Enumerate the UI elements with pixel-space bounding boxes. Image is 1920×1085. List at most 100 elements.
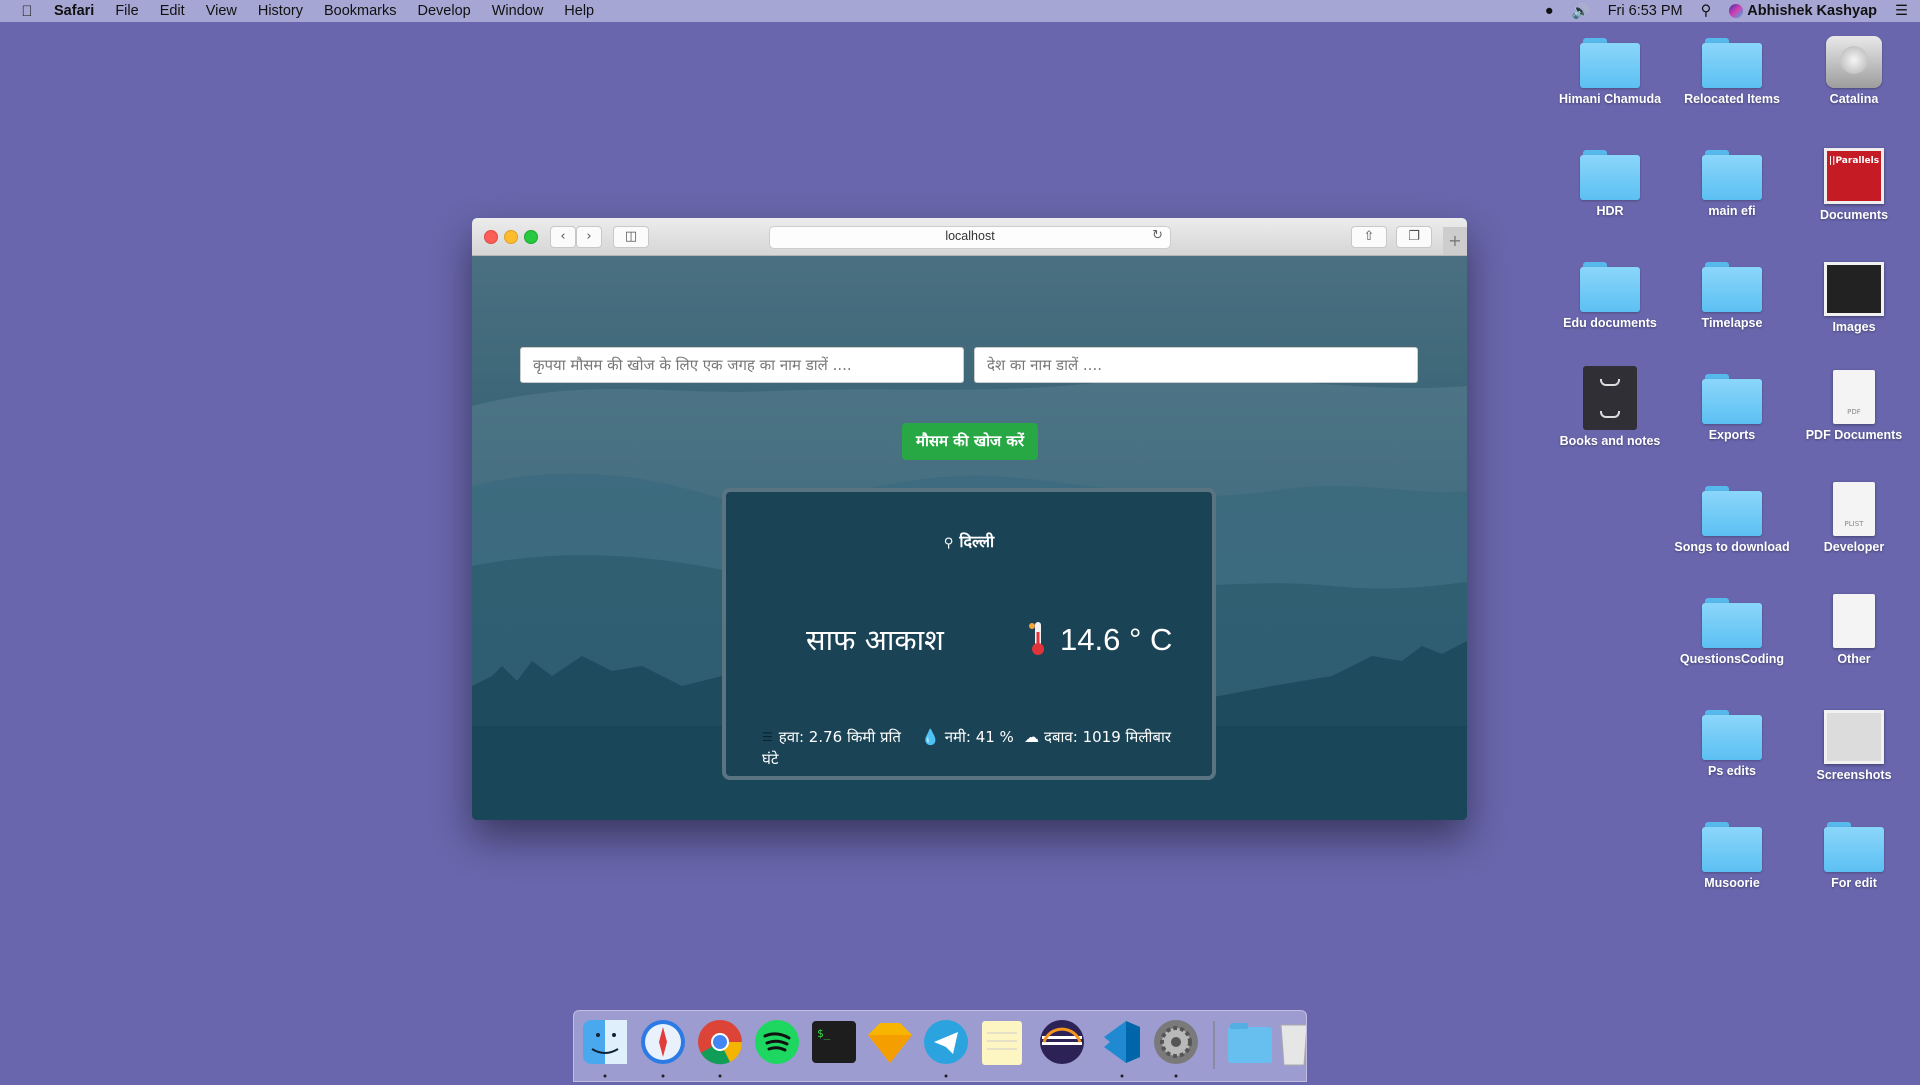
- apple-icon[interactable]: : [0, 3, 54, 20]
- menu-file[interactable]: File: [115, 3, 138, 19]
- svg-text:$_: $_: [817, 1027, 831, 1040]
- desktop-icon-main-efi[interactable]: main efi: [1673, 150, 1791, 218]
- menu-app-name[interactable]: Safari: [54, 3, 94, 19]
- menu-bookmarks[interactable]: Bookmarks: [324, 3, 397, 19]
- tab-overview-button[interactable]: ❐: [1396, 226, 1432, 248]
- notes-icon[interactable]: [982, 1021, 1022, 1065]
- notification-center-icon[interactable]: ☰: [1895, 3, 1908, 19]
- siri-icon: [1729, 4, 1744, 19]
- eclipse-icon[interactable]: [1040, 1020, 1084, 1064]
- screenshot-thumbnail-icon: [1824, 710, 1884, 764]
- dock: $_: [573, 1010, 1308, 1082]
- desktop-icon-for-edit[interactable]: For edit: [1795, 822, 1913, 890]
- menu-bar:  Safari File Edit View History Bookmark…: [0, 0, 1920, 22]
- wind-icon: ☰: [762, 730, 773, 744]
- chrome-icon[interactable]: [698, 1020, 743, 1065]
- temperature-display: 14.6 ° C: [1028, 620, 1172, 658]
- system-preferences-icon[interactable]: [1154, 1020, 1198, 1064]
- city-heading: ⚲ दिल्ली: [726, 530, 1212, 552]
- share-button[interactable]: ⇧: [1351, 226, 1387, 248]
- safari-icon[interactable]: [641, 1020, 685, 1064]
- downloads-folder-icon[interactable]: [1228, 1023, 1272, 1063]
- menu-view[interactable]: View: [206, 3, 237, 19]
- spotlight-search-icon[interactable]: ⚲: [1701, 3, 1712, 19]
- desktop-icon-documents[interactable]: ||Parallels Documents: [1795, 148, 1913, 222]
- desktop-icon-other[interactable]: Other: [1795, 594, 1913, 666]
- desktop-icon-himani-chamuda[interactable]: Himani Chamuda: [1551, 38, 1669, 106]
- reload-icon[interactable]: ↻: [1152, 228, 1163, 243]
- country-input[interactable]: देश का नाम डालें ....: [974, 347, 1418, 383]
- vscode-icon[interactable]: [1104, 1021, 1140, 1063]
- sketch-icon[interactable]: [868, 1023, 912, 1063]
- minimize-window-button[interactable]: [504, 230, 518, 244]
- desktop-icon-edu-documents[interactable]: Edu documents: [1551, 262, 1669, 330]
- weather-card: ⚲ दिल्ली साफ आकाश 14.6 ° C ☰ हवा: 2.76 किम…: [722, 488, 1216, 780]
- finder-icon[interactable]: [583, 1020, 627, 1064]
- back-button[interactable]: ‹: [550, 226, 576, 248]
- desktop-icon-images[interactable]: Images: [1795, 262, 1913, 334]
- address-bar[interactable]: localhost ↻: [769, 226, 1171, 249]
- hard-disk-icon: [1826, 36, 1882, 88]
- folder-icon: [1702, 262, 1762, 312]
- file-cabinet-icon: [1583, 366, 1637, 430]
- folder-icon: [1702, 150, 1762, 200]
- desktop-icon-hdr[interactable]: HDR: [1551, 150, 1669, 218]
- menu-develop[interactable]: Develop: [418, 3, 471, 19]
- desktop-icon-relocated-items[interactable]: Relocated Items: [1673, 38, 1791, 106]
- telegram-icon[interactable]: [924, 1020, 968, 1064]
- folder-icon: [1580, 38, 1640, 88]
- wind-value: हवा: 2.76 किमी प्रति घंटे: [762, 728, 901, 768]
- desktop-icon-developer[interactable]: PLIST Developer: [1795, 482, 1913, 554]
- folder-alias-icon: [1702, 38, 1762, 88]
- sidebar-toggle-button[interactable]: ◫: [613, 226, 649, 248]
- desktop-icon-timelapse[interactable]: Timelapse: [1673, 262, 1791, 330]
- desktop-icon-exports[interactable]: Exports: [1673, 374, 1791, 442]
- city-name: दिल्ली: [959, 532, 995, 551]
- dock-apps: $_: [583, 1020, 1308, 1078]
- desktop-icon-questionscoding[interactable]: QuestionsCoding: [1673, 598, 1791, 666]
- temperature-value: 14.6 ° C: [1060, 622, 1173, 657]
- weather-page: कृपया मौसम की खोज के लिए एक जगह का नाम ड…: [472, 256, 1467, 820]
- water-drop-icon: 💧: [921, 728, 940, 746]
- menu-history[interactable]: History: [258, 3, 303, 19]
- place-search-input[interactable]: कृपया मौसम की खोज के लिए एक जगह का नाम ड…: [520, 347, 964, 383]
- address-text: localhost: [945, 229, 995, 243]
- menu-edit[interactable]: Edit: [160, 3, 185, 19]
- location-pin-icon: ⚲: [943, 536, 954, 551]
- menu-help[interactable]: Help: [564, 3, 594, 19]
- menu-window[interactable]: Window: [492, 3, 544, 19]
- zoom-window-button[interactable]: [524, 230, 538, 244]
- desktop-icon-ps-edits[interactable]: Ps edits: [1673, 710, 1791, 778]
- running-indicator: [1120, 1074, 1124, 1078]
- terminal-icon[interactable]: $_: [812, 1021, 856, 1063]
- new-tab-button[interactable]: +: [1443, 227, 1467, 255]
- desktop-icon-pdf-documents[interactable]: PDF PDF Documents: [1795, 370, 1913, 442]
- folder-icon: [1702, 374, 1762, 424]
- pdf-document-icon: PDF: [1833, 370, 1875, 424]
- desktop-icon-books-and-notes[interactable]: Books and notes: [1551, 366, 1669, 448]
- close-window-button[interactable]: [484, 230, 498, 244]
- desktop-icon-songs-to-download[interactable]: Songs to download: [1673, 486, 1791, 554]
- search-weather-button[interactable]: मौसम की खोज करें: [902, 423, 1038, 460]
- user-name: Abhishek Kashyap: [1747, 3, 1877, 19]
- desktop-icon-screenshots[interactable]: Screenshots: [1795, 710, 1913, 782]
- folder-icon: [1580, 262, 1640, 312]
- record-status-icon[interactable]: ●: [1545, 3, 1554, 19]
- forward-button[interactable]: ›: [576, 226, 602, 248]
- humidity-stat: 💧 नमी: 41 %: [921, 726, 1014, 748]
- trash-icon[interactable]: [1280, 1024, 1308, 1066]
- folder-icon: [1702, 486, 1762, 536]
- folder-icon: [1702, 598, 1762, 648]
- volume-icon[interactable]: 🔊: [1572, 3, 1590, 20]
- spotify-icon[interactable]: [755, 1020, 799, 1064]
- running-indicator: [718, 1074, 722, 1078]
- safari-toolbar: ‹ › ◫ localhost ↻ ⇧ ❐ +: [472, 218, 1467, 256]
- running-indicator: [1174, 1074, 1178, 1078]
- image-thumbnail-icon: [1824, 262, 1884, 316]
- folder-icon: [1580, 150, 1640, 200]
- user-menu[interactable]: Abhishek Kashyap: [1729, 3, 1877, 19]
- folder-icon: [1702, 822, 1762, 872]
- clock[interactable]: Fri 6:53 PM: [1608, 3, 1683, 19]
- desktop-icon-musoorie[interactable]: Musoorie: [1673, 822, 1791, 890]
- desktop-icon-catalina[interactable]: Catalina: [1795, 36, 1913, 106]
